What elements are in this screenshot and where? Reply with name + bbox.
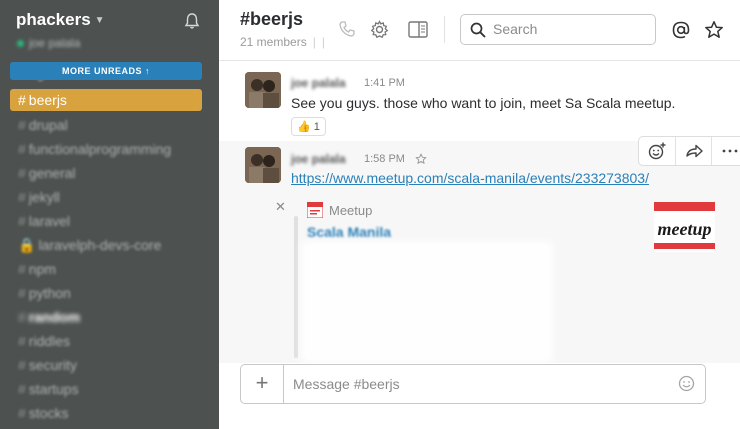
sidebar-item-startups[interactable]: # startups [18,378,79,400]
hash-icon: # [18,333,26,349]
sidebar-item-beerjs[interactable]: # beerjs [10,89,202,111]
meetup-logo-text: meetup [658,219,712,239]
current-user[interactable]: joe palala [17,36,80,50]
attachment-bar [294,216,298,358]
add-reaction-icon[interactable] [639,137,675,165]
chevron-down-icon: ▼ [94,15,105,27]
divider: | [312,35,316,49]
message-actions [638,136,740,166]
unfurl-description-redacted [307,247,547,357]
hash-icon: # [18,381,26,397]
channel-label: laravel [28,213,71,229]
star-icon[interactable] [704,20,724,45]
channel-label: functionalprogramming [28,141,172,157]
phone-icon[interactable] [338,20,356,43]
hash-icon: # [18,92,26,108]
search-icon [470,22,486,38]
hash-icon: # [18,405,26,421]
hash-icon: # [18,213,26,229]
channel-label: beerjs [28,92,67,108]
hash-icon: # [18,309,26,325]
channel-title[interactable]: #beerjs [240,9,303,30]
sidebar-item-riddles[interactable]: # riddles [18,330,70,352]
hash-icon: # [18,117,26,133]
header-divider [444,16,445,43]
member-count[interactable]: 21 members | | [240,35,325,49]
attach-plus-button[interactable]: + [241,365,284,403]
sidebar-item-random[interactable]: # random [18,306,80,328]
sidebar-item-security[interactable]: # security [18,354,77,376]
sidebar: phackers▼ joe palala #agile MORE UNREADS… [0,0,219,429]
sidebar-item-laravel[interactable]: # laravel [18,210,70,232]
more-actions-icon[interactable] [711,137,740,165]
meetup-logo[interactable]: meetup [654,202,715,252]
channel-label: npm [28,261,57,277]
sidebar-item-general[interactable]: # general [18,162,76,184]
sidebar-item-jekyll[interactable]: # jekyll [18,186,60,208]
channel-label: drupal [28,117,68,133]
meetup-favicon-icon [306,201,324,223]
channel-label: laravelph-devs-core [38,237,162,253]
hash-icon: # [18,165,26,181]
hash-icon: # [18,357,26,373]
thumbs-up-icon: 👍 [297,121,311,133]
arrow-up-icon: ↑ [145,66,151,76]
message-list: joe palala 1:41 PM See you guys. those w… [219,61,740,363]
sidebar-item-drupal[interactable]: # drupal [18,114,68,136]
divider: | [321,35,325,49]
emoji-icon[interactable] [678,375,695,397]
presence-dot [17,40,24,47]
reaction-count: 1 [313,121,320,133]
workspace-name: phackers [16,10,91,29]
gear-icon[interactable] [370,20,389,44]
avatar[interactable] [245,147,281,183]
user-name: joe palala [29,36,81,50]
hash-icon: # [18,285,26,301]
channel-label: random [28,309,81,325]
hash-icon: # [18,261,26,277]
message-timestamp[interactable]: 1:41 PM [364,77,405,89]
message-link[interactable]: https://www.meetup.com/scala-manila/even… [291,170,649,186]
mentions-icon[interactable] [671,20,691,45]
sidebar-toggle-icon[interactable] [408,21,428,43]
sidebar-item-laravelph-devs-core[interactable]: 🔒 laravelph-devs-core [18,234,161,256]
star-icon[interactable] [415,152,427,170]
bell-icon[interactable] [183,12,201,35]
workspace-switcher[interactable]: phackers ▼ [16,10,105,30]
channel-header: #beerjs 21 members | | [219,0,740,61]
more-unreads-button[interactable]: MORE UNREADS ↑ [10,62,202,80]
sidebar-item-python[interactable]: # python [18,282,71,304]
avatar[interactable] [245,72,281,108]
message-timestamp[interactable]: 1:58 PM [364,153,405,165]
channel-label: jekyll [28,189,60,205]
member-count-label: 21 members [240,35,307,49]
message-input[interactable] [291,375,665,393]
more-unreads-label: MORE UNREADS [61,66,142,76]
message-composer: + [240,364,706,404]
channel-label: general [28,165,76,181]
share-icon[interactable] [675,137,712,165]
close-icon[interactable]: ✕ [275,199,286,215]
search-input[interactable] [491,20,645,38]
channel-label: security [28,357,78,373]
reaction-thumbsup[interactable]: 👍 1 [291,117,326,136]
main-panel: #beerjs 21 members | | joe palala 1:41 PM [219,0,740,429]
channel-label: python [28,285,71,301]
unfurl-site-name: Meetup [329,203,373,218]
channel-label: stocks [28,405,69,421]
hash-icon: # [18,189,26,205]
message-text: See you guys. those who want to join, me… [291,95,676,111]
message-author[interactable]: joe palala [291,76,346,90]
lock-icon: 🔒 [18,237,36,253]
unfurl-title[interactable]: Scala Manila [307,224,391,240]
message-author[interactable]: joe palala [291,152,346,166]
channel-label: startups [28,381,79,397]
hash-icon: # [18,141,26,157]
sidebar-item-npm[interactable]: # npm [18,258,56,280]
sidebar-item-functionalprogramming[interactable]: # functionalprogramming [18,138,171,160]
search-box[interactable] [460,14,656,45]
sidebar-item-stocks[interactable]: # stocks [18,402,68,424]
channel-label: riddles [28,333,71,349]
